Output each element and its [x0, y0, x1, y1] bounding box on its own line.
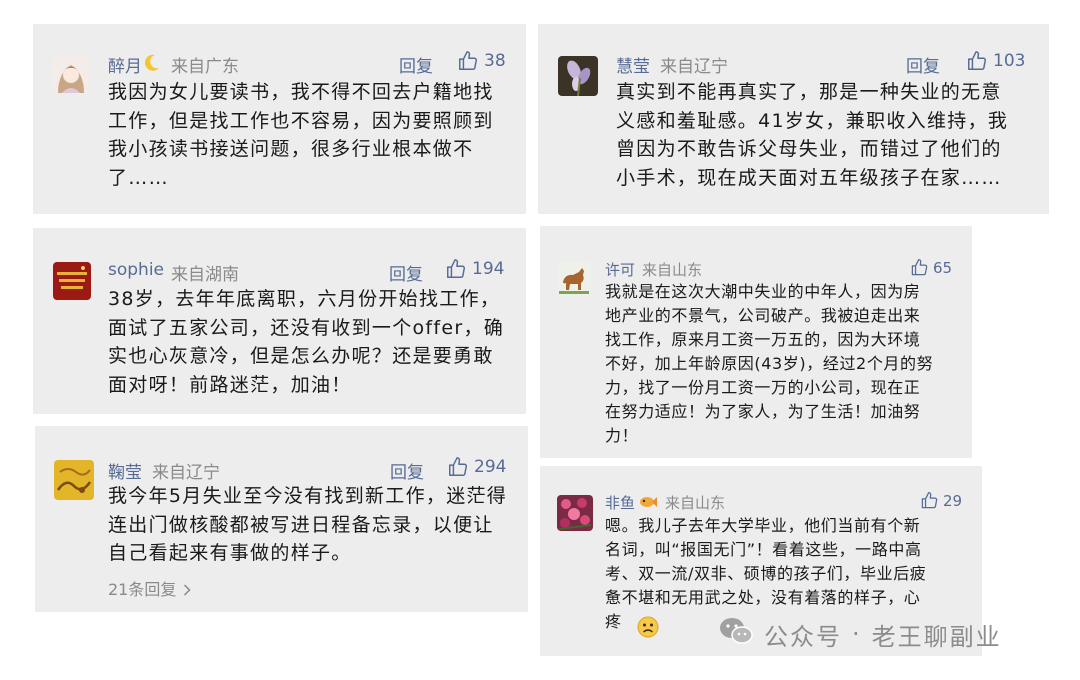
more-replies-link[interactable]: 21条回复	[108, 576, 192, 600]
crescent-moon-icon	[144, 54, 160, 76]
username[interactable]: 非鱼	[605, 492, 635, 513]
like-count: 38	[484, 51, 506, 71]
reply-button[interactable]: 回复	[390, 458, 424, 483]
thumb-up-icon	[966, 50, 988, 72]
username[interactable]: 醉月	[108, 52, 142, 77]
comment-text: 38岁，去年年底离职，六月份开始找工作， 面试了五家公司，还没有收到一个offe…	[108, 288, 505, 396]
username[interactable]: sophie	[108, 260, 164, 280]
username[interactable]: 许可	[605, 259, 635, 280]
comment-text: 真实到不能再真实了，那是一种失业的无意 义感和羞耻感。41岁女，兼职收入维持，我…	[616, 81, 1009, 189]
watermark-separator: ·	[852, 620, 862, 648]
location: 来自辽宁	[152, 463, 220, 483]
comment-card-juying: 鞠莹 来自辽宁 回复 294 我今年5月失业至今没有找到新工作，迷茫得 连出门做…	[35, 426, 528, 612]
watermark: 公众号 · 老王聊副业	[718, 616, 1002, 652]
like-button[interactable]: 65	[910, 258, 952, 277]
wechat-logo-icon	[718, 616, 754, 652]
location: 来自山东	[665, 494, 726, 512]
thumb-up-icon	[910, 258, 929, 277]
comment-text: 我就是在这次大潮中失业的中年人，因为房 地产业的不景气，公司破产。我被迫走出来 …	[605, 282, 934, 445]
thumb-up-icon	[920, 491, 939, 510]
avatar[interactable]	[53, 262, 91, 300]
like-count: 103	[993, 51, 1026, 71]
like-button[interactable]: 38	[457, 50, 506, 72]
fish-icon	[639, 494, 657, 513]
like-count: 294	[474, 457, 507, 477]
comment-card-zuiyue: 醉月 来自广东 回复 38 我因为女儿要读书，我不得不回去户籍地找 工作，但是找…	[33, 24, 526, 214]
like-button[interactable]: 103	[966, 50, 1025, 72]
like-button[interactable]: 29	[920, 491, 962, 510]
reply-button[interactable]: 回复	[389, 260, 423, 285]
more-replies-label: 21条回复	[108, 580, 177, 599]
avatar[interactable]	[54, 460, 94, 500]
avatar[interactable]	[557, 495, 593, 531]
thumb-up-icon	[445, 258, 467, 280]
location: 来自广东	[171, 57, 239, 77]
like-count: 65	[933, 258, 953, 277]
avatar[interactable]	[557, 262, 591, 296]
avatar[interactable]	[52, 55, 90, 93]
location: 来自湖南	[171, 265, 239, 285]
comment-text: 我今年5月失业至今没有找到新工作，迷茫得 连出门做核酸都被写进日程备忘录，以便让…	[108, 485, 508, 564]
avatar[interactable]	[558, 56, 598, 96]
like-count: 194	[472, 259, 505, 279]
username[interactable]: 鞠莹	[108, 458, 142, 483]
like-button[interactable]: 194	[445, 258, 504, 280]
location: 来自山东	[642, 261, 703, 279]
like-count: 29	[943, 491, 963, 510]
like-button[interactable]: 294	[447, 456, 506, 478]
comment-card-huiying: 慧莹 来自辽宁 回复 103 真实到不能再真实了，那是一种失业的无意 义感和羞耻…	[538, 24, 1049, 214]
comment-card-sophie: sophie 来自湖南 回复 194 38岁，去年年底离职，六月份开始找工作， …	[33, 228, 526, 414]
reply-button[interactable]: 回复	[906, 52, 940, 77]
chevron-right-icon	[183, 581, 192, 600]
watermark-label: 公众号	[764, 622, 842, 651]
watermark-name: 老王聊副业	[871, 622, 1002, 651]
thumb-up-icon	[457, 50, 479, 72]
comment-text: 我因为女儿要读书，我不得不回去户籍地找 工作，但是找工作也不容易，因为要照顾到 …	[108, 81, 494, 189]
comment-card-xuke: 许可 来自山东 65 我就是在这次大潮中失业的中年人，因为房 地产业的不景气，公…	[540, 226, 972, 458]
location: 来自辽宁	[660, 57, 728, 77]
reply-button[interactable]: 回复	[399, 52, 433, 77]
worried-face-icon	[637, 616, 659, 642]
thumb-up-icon	[447, 456, 469, 478]
username[interactable]: 慧莹	[616, 52, 650, 77]
